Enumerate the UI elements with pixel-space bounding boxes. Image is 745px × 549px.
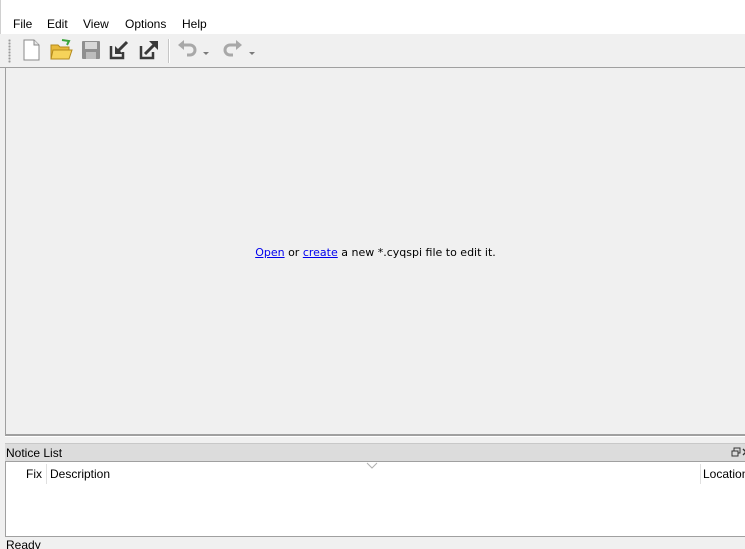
toolbar-separator xyxy=(168,39,170,63)
menu-bar: File Edit View Options Help xyxy=(0,0,745,34)
notice-list-table: Fix Description Location xyxy=(5,461,745,537)
close-icon xyxy=(742,448,745,456)
status-text: Ready xyxy=(6,538,41,549)
open-link[interactable]: Open xyxy=(255,246,284,259)
empty-state-message: Open or create a new *.cyqspi file to ed… xyxy=(6,246,745,259)
dock-splitter[interactable] xyxy=(5,434,745,437)
editor-area: Open or create a new *.cyqspi file to ed… xyxy=(5,68,745,435)
redo-button[interactable] xyxy=(220,37,246,63)
toolbar-grip[interactable] xyxy=(8,39,11,63)
import-icon xyxy=(109,40,129,60)
chevron-down-icon xyxy=(203,52,209,55)
export-button[interactable] xyxy=(136,37,162,63)
undo-icon xyxy=(178,40,197,57)
menu-file[interactable]: File xyxy=(13,17,32,31)
notice-list-titlebar[interactable]: Notice List xyxy=(5,443,745,461)
sort-indicator-icon xyxy=(366,462,378,469)
chevron-down-icon xyxy=(249,52,255,55)
menu-help[interactable]: Help xyxy=(182,17,207,31)
column-header-fix[interactable]: Fix xyxy=(23,462,47,486)
column-header-location[interactable]: Location xyxy=(701,462,745,486)
open-folder-icon xyxy=(50,39,73,60)
create-link[interactable]: create xyxy=(303,246,338,259)
menu-edit[interactable]: Edit xyxy=(47,17,68,31)
new-file-button[interactable] xyxy=(18,37,44,63)
redo-icon xyxy=(223,40,242,57)
save-disk-icon xyxy=(82,41,100,59)
empty-state-text: a new *.cyqspi file to edit it. xyxy=(337,246,496,259)
undo-button[interactable] xyxy=(174,37,200,63)
redo-dropdown-button[interactable] xyxy=(247,39,257,61)
menu-options[interactable]: Options xyxy=(125,17,166,31)
notice-list-title: Notice List xyxy=(6,446,63,460)
toolbar xyxy=(0,34,745,68)
save-button[interactable] xyxy=(78,37,104,63)
or-text: or xyxy=(284,246,303,259)
export-icon xyxy=(139,41,158,60)
table-header: Fix Description Location xyxy=(6,462,745,486)
dock-close-button[interactable] xyxy=(741,445,745,459)
menu-view[interactable]: View xyxy=(83,17,109,31)
status-bar: Ready xyxy=(5,537,745,549)
undo-dropdown-button[interactable] xyxy=(201,39,211,61)
import-button[interactable] xyxy=(106,37,132,63)
open-file-button[interactable] xyxy=(48,37,74,63)
new-document-icon xyxy=(23,39,40,61)
